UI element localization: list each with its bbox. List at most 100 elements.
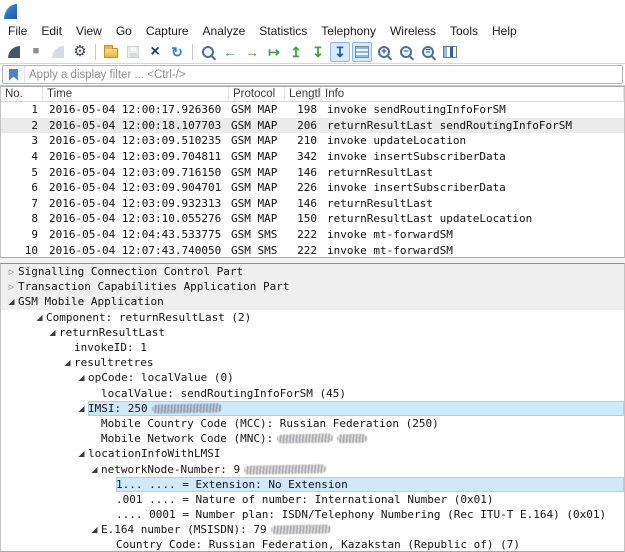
toolbar-separator (192, 43, 193, 60)
packet-row[interactable]: 2 2016-05-04 12:00:18.107703 GSM MAP 206 ret… (1, 117, 624, 134)
detail-row[interactable]: ◢ networkNode-Number: 9 (1, 461, 624, 476)
colorize-packets-icon[interactable] (352, 41, 372, 62)
detail-row[interactable]: .... 0001 = Number plan: ISDN/Telephony … (1, 507, 624, 522)
detail-row[interactable]: ◢ IMSI: 250 (1, 400, 624, 416)
start-capture-icon[interactable] (4, 42, 24, 62)
packet-row[interactable]: 1 2016-05-04 12:00:17.926360 GSM MAP 198 inv… (1, 102, 624, 118)
packet-cell-protocol: GSM MAP (231, 165, 278, 179)
column-header-length[interactable]: Length (285, 87, 321, 101)
column-header-no[interactable]: No. (1, 87, 43, 101)
collapse-tree-icon[interactable]: ◢ (75, 449, 88, 458)
packet-cell-length: 210 (297, 134, 317, 148)
detail-row[interactable]: ▷ Signalling Connection Control Part (1, 264, 624, 280)
reload-capture-file-icon[interactable]: ↻ (167, 42, 187, 62)
detail-row-content: GSM Mobile Application (18, 294, 624, 309)
menu-go[interactable]: Go (109, 23, 139, 39)
collapse-tree-icon[interactable]: ◢ (61, 358, 74, 367)
main-toolbar: ■ ⚙ × ↻ ← → ↦ ↥ ↧ ↧ + − = (0, 40, 625, 64)
packet-row[interactable]: 3 2016-05-04 12:03:09.510235 GSM MAP 210 inv… (1, 133, 624, 149)
menu-analyze[interactable]: Analyze (196, 23, 253, 39)
collapse-tree-icon[interactable]: ◢ (46, 328, 59, 337)
detail-row[interactable]: ◢ opCode: localValue (0) (1, 370, 624, 385)
menu-wireless[interactable]: Wireless (383, 23, 443, 39)
zoom-out-icon[interactable]: − (396, 42, 416, 62)
menu-edit[interactable]: Edit (34, 23, 69, 39)
packet-cell-no: 3 (31, 134, 38, 148)
detail-row[interactable]: ◢ resultretres (1, 355, 624, 370)
packet-cell-info: returnResultLast (327, 196, 433, 210)
go-forward-icon[interactable]: → (242, 42, 262, 62)
detail-row[interactable]: localValue: sendRoutingInfoForSM (45) (1, 386, 624, 401)
capture-options-icon[interactable]: ⚙ (70, 42, 90, 62)
go-first-packet-icon[interactable]: ↥ (286, 42, 306, 62)
packet-list-header: No. Time Protocol Length Info (1, 87, 624, 102)
column-header-info[interactable]: Info (321, 87, 624, 101)
save-capture-file-icon[interactable] (123, 42, 143, 62)
menu-capture[interactable]: Capture (139, 23, 196, 39)
menu-help[interactable]: Help (485, 23, 524, 39)
auto-scroll-live-icon[interactable]: ↧ (330, 41, 350, 62)
detail-row-content: E.164 number (MSISDN): 79 (101, 522, 624, 537)
column-header-protocol[interactable]: Protocol (229, 87, 285, 101)
resize-columns-icon[interactable] (440, 42, 460, 62)
display-filter-input[interactable] (25, 66, 622, 83)
packet-row[interactable]: 6 2016-05-04 12:03:09.904701 GSM MAP 226 inv… (1, 180, 624, 196)
packet-row[interactable]: 4 2016-05-04 12:03:09.704811 GSM MAP 342 inv… (1, 149, 624, 165)
packet-cell-no: 4 (31, 150, 38, 164)
detail-row[interactable]: ◢ locationInfoWithLMSI (1, 446, 624, 461)
packet-row[interactable]: 10 2016-05-04 12:07:43.740050 GSM SMS 222 in… (1, 242, 624, 257)
detail-row[interactable]: ◢ GSM Mobile Application (1, 294, 624, 310)
redacted-value (277, 433, 334, 444)
filter-bookmark-button[interactable] (3, 66, 25, 83)
detail-row[interactable]: ◢ returnResultLast (1, 325, 624, 340)
packet-cell-no: 8 (31, 212, 38, 226)
detail-row[interactable]: Mobile Network Code (MNC): (1, 431, 624, 446)
detail-text: Mobile Country Code (MCC): Russian Feder… (101, 416, 439, 430)
close-capture-file-icon[interactable]: × (145, 42, 165, 62)
stop-capture-icon[interactable]: ■ (26, 42, 46, 62)
zoom-in-icon[interactable]: + (374, 42, 394, 62)
detail-row[interactable]: .001 .... = Nature of number: Internatio… (1, 492, 624, 507)
packet-row[interactable]: 9 2016-05-04 12:04:43.533775 GSM SMS 222 inv… (1, 227, 624, 243)
detail-row[interactable]: ◢ Component: returnResultLast (2) (1, 310, 624, 325)
go-back-icon[interactable]: ← (220, 42, 240, 62)
collapse-tree-icon[interactable]: ◢ (33, 313, 46, 322)
packet-row[interactable]: 8 2016-05-04 12:03:10.055276 GSM MAP 150 ret… (1, 211, 624, 227)
detail-row-content: Country Code: Russian Federation, Kazaks… (116, 537, 624, 552)
packet-list-pane: No. Time Protocol Length Info 1 2016-05-04 12… (0, 86, 625, 258)
detail-row[interactable]: Country Code: Russian Federation, Kazaks… (1, 537, 624, 552)
packet-cell-protocol: GSM MAP (231, 150, 278, 164)
packet-cell-no: 1 (31, 103, 38, 117)
collapse-tree-icon[interactable]: ◢ (75, 404, 88, 413)
detail-row[interactable]: Mobile Country Code (MCC): Russian Feder… (1, 416, 624, 431)
packet-row[interactable]: 5 2016-05-04 12:03:09.716150 GSM MAP 146 ret… (1, 164, 624, 180)
collapse-tree-icon[interactable]: ◢ (5, 297, 18, 306)
menu-file[interactable]: File (1, 23, 34, 39)
packet-cell-time: 2016-05-04 12:04:43.533775 (49, 228, 222, 242)
detail-row[interactable]: invokeID: 1 (1, 340, 624, 355)
open-capture-file-icon[interactable] (101, 42, 121, 62)
detail-row[interactable]: ▷ Transaction Capabilities Application Pa… (1, 279, 624, 295)
menu-view[interactable]: View (69, 23, 109, 39)
go-to-packet-icon[interactable]: ↦ (264, 42, 284, 62)
packet-cell-length: 222 (297, 243, 317, 257)
collapse-tree-icon[interactable]: ◢ (75, 373, 88, 382)
menu-tools[interactable]: Tools (443, 23, 485, 39)
expand-tree-icon[interactable]: ▷ (5, 283, 18, 291)
find-packet-icon[interactable] (198, 42, 218, 62)
menu-statistics[interactable]: Statistics (252, 23, 314, 39)
packet-cell-protocol: GSM SMS (231, 243, 278, 257)
column-header-time[interactable]: Time (43, 87, 229, 101)
expand-tree-icon[interactable]: ▷ (5, 268, 18, 276)
detail-row[interactable]: ◢ E.164 number (MSISDN): 79 (1, 522, 624, 537)
detail-row[interactable]: 1... .... = Extension: No Extension (1, 476, 624, 492)
wireshark-logo-icon (4, 3, 17, 19)
restart-capture-icon[interactable] (48, 42, 68, 62)
zoom-normal-size-icon[interactable]: = (418, 42, 438, 62)
collapse-tree-icon[interactable]: ◢ (88, 525, 101, 534)
detail-text: Country Code: Russian Federation, Kazaks… (116, 538, 520, 552)
go-last-packet-icon[interactable]: ↧ (308, 42, 328, 62)
collapse-tree-icon[interactable]: ◢ (88, 465, 101, 474)
menu-telephony[interactable]: Telephony (314, 23, 383, 39)
packet-row[interactable]: 7 2016-05-04 12:03:09.932313 GSM MAP 146 ret… (1, 196, 624, 212)
